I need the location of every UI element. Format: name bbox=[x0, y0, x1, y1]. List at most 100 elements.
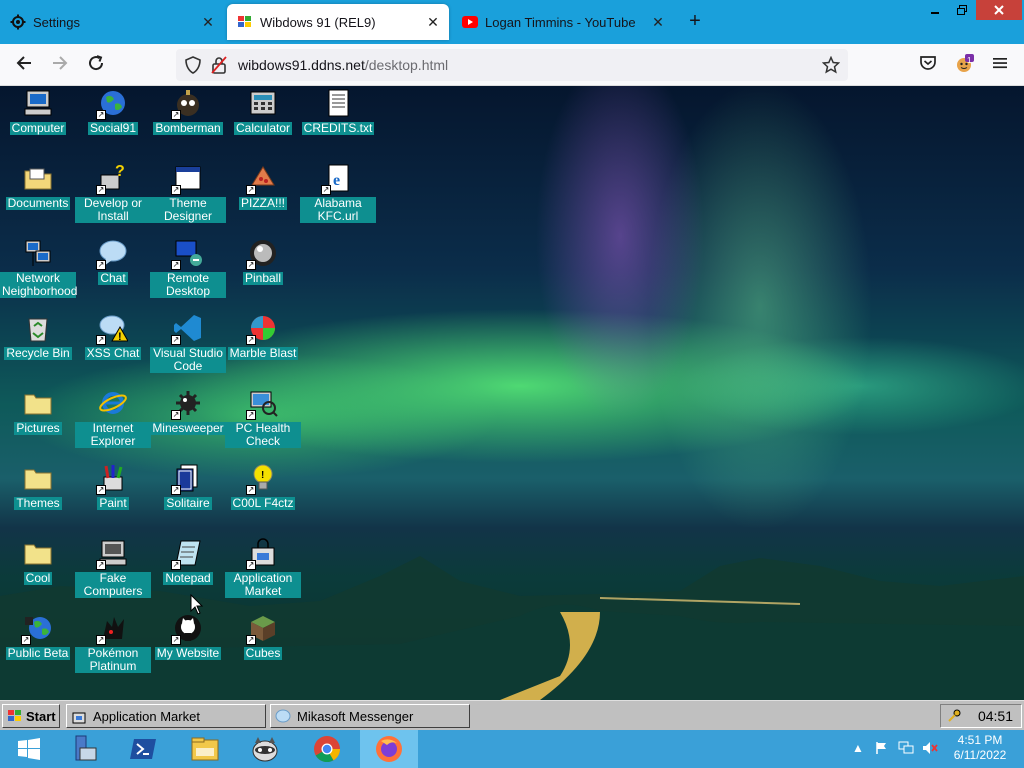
reload-icon bbox=[89, 55, 104, 71]
insecure-lock-icon[interactable] bbox=[210, 56, 228, 74]
lightbulb-icon: ! ↗ bbox=[246, 461, 280, 495]
gear-icon bbox=[10, 14, 26, 30]
minimize-button[interactable] bbox=[922, 0, 948, 20]
desktop-icon-recycle-bin[interactable]: Recycle Bin bbox=[0, 311, 76, 381]
icon-label: PIZZA!!! bbox=[238, 196, 287, 210]
globe-icon: ↗ bbox=[96, 86, 130, 120]
shortcut-arrow-icon: ↗ bbox=[171, 560, 181, 570]
shortcut-arrow-icon: ↗ bbox=[96, 260, 106, 270]
icon-label: Internet Explorer bbox=[75, 422, 151, 448]
system-date: 6/11/2022 bbox=[953, 748, 1007, 762]
desktop-icon-credits[interactable]: CREDITS.txt bbox=[300, 86, 376, 156]
desktop-icon-application-market[interactable]: ↗ Application Market bbox=[225, 536, 301, 606]
start-button[interactable]: Start bbox=[2, 704, 60, 728]
desktop-icon-fake-computers[interactable]: ↗ Fake Computers bbox=[75, 536, 151, 606]
icon-label: Remote Desktop bbox=[150, 272, 226, 298]
icon-label: Pictures bbox=[14, 421, 62, 435]
close-window-button[interactable] bbox=[976, 0, 1022, 20]
wibdows-icon bbox=[237, 14, 253, 30]
desktop-icon-computer[interactable]: Computer bbox=[0, 86, 76, 156]
desktop-icon-pokemon-platinum[interactable]: ↗ Pokémon Platinum bbox=[75, 611, 151, 681]
desktop-icon-pinball[interactable]: ↗ Pinball bbox=[225, 236, 301, 306]
desktop-icon-calculator[interactable]: Calculator bbox=[225, 86, 301, 156]
desktop-icon-develop-install[interactable]: ? ↗ Develop or Install bbox=[75, 161, 151, 231]
desktop-icon-marble-blast[interactable]: ↗ Marble Blast bbox=[225, 311, 301, 381]
desktop-icon-my-website[interactable]: ↗ My Website bbox=[150, 611, 226, 681]
raccoon-app-button[interactable] bbox=[236, 730, 294, 768]
taskbar-window-label: Mikasoft Messenger bbox=[297, 708, 414, 724]
playing-cards-icon: ↗ bbox=[171, 461, 205, 495]
url-path: /desktop.html bbox=[364, 57, 449, 73]
new-tab-button[interactable]: + bbox=[684, 10, 706, 32]
volume-muted-icon[interactable] bbox=[922, 741, 938, 757]
desktop-icon-solitaire[interactable]: ↗ Solitaire bbox=[150, 461, 226, 531]
action-center-flag-icon[interactable] bbox=[874, 741, 890, 757]
restore-button[interactable] bbox=[949, 0, 975, 20]
tab-wibdows[interactable]: Wibdows 91 (REL9) ✕ bbox=[227, 4, 449, 40]
desktop-icon-chat[interactable]: ↗ Chat bbox=[75, 236, 151, 306]
network-status-icon[interactable] bbox=[898, 741, 914, 757]
taskbar-window-application-market[interactable]: Application Market bbox=[66, 704, 266, 728]
computer-icon bbox=[21, 86, 55, 120]
back-button[interactable] bbox=[12, 54, 36, 76]
shield-icon[interactable] bbox=[184, 56, 202, 74]
server-manager-button[interactable] bbox=[54, 730, 112, 768]
desktop-icon-cool-facts[interactable]: ! ↗ C00L F4ctz bbox=[225, 461, 301, 531]
shortcut-arrow-icon: ↗ bbox=[171, 110, 181, 120]
desktop-icon-remote-desktop[interactable]: ↗ Remote Desktop bbox=[150, 236, 226, 306]
desktop-icon-documents[interactable]: Documents bbox=[0, 161, 76, 231]
pocket-button[interactable] bbox=[916, 54, 940, 76]
tab-settings[interactable]: Settings ✕ bbox=[0, 4, 224, 40]
close-tab-icon[interactable]: ✕ bbox=[650, 14, 666, 30]
system-clock[interactable]: 4:51 PM 6/11/2022 bbox=[944, 733, 1016, 763]
os-start-button[interactable] bbox=[0, 730, 58, 768]
desktop-icon-public-beta[interactable]: ↗ Public Beta bbox=[0, 611, 76, 681]
desktop-icon-notepad[interactable]: ↗ Notepad bbox=[150, 536, 226, 606]
browser-nav-bar: wibdows91.ddns.net/desktop.html 1 bbox=[0, 44, 1024, 86]
reload-button[interactable] bbox=[84, 54, 108, 76]
desktop-icon-internet-explorer[interactable]: Internet Explorer bbox=[75, 386, 151, 456]
bookmark-star-icon[interactable] bbox=[822, 56, 840, 74]
desktop-icon-cubes[interactable]: ↗ Cubes bbox=[225, 611, 301, 681]
desktop-icon-social91[interactable]: ↗ Social91 bbox=[75, 86, 151, 156]
desktop-icon-paint[interactable]: ↗ Paint bbox=[75, 461, 151, 531]
shortcut-arrow-icon: ↗ bbox=[171, 410, 181, 420]
key-icon bbox=[948, 709, 961, 722]
extensions-button[interactable]: 1 bbox=[952, 54, 976, 76]
close-tab-icon[interactable]: ✕ bbox=[200, 14, 216, 30]
address-bar[interactable]: wibdows91.ddns.net/desktop.html bbox=[176, 49, 848, 81]
wibdows-clock-time: 04:51 bbox=[977, 708, 1013, 724]
pizza-box-icon: ↗ bbox=[246, 161, 280, 195]
desktop-icon-pizza[interactable]: ↗ PIZZA!!! bbox=[225, 161, 301, 231]
firefox-button[interactable] bbox=[360, 730, 418, 768]
desktop-icon-cool[interactable]: Cool bbox=[0, 536, 76, 606]
file-explorer-button[interactable] bbox=[176, 730, 234, 768]
icon-label: Fake Computers bbox=[75, 572, 151, 598]
close-tab-icon[interactable]: ✕ bbox=[425, 14, 441, 30]
desktop-icon-alabama-kfc[interactable]: e ↗ Alabama KFC.url bbox=[300, 161, 376, 231]
desktop-icon-vscode[interactable]: ↗ Visual Studio Code bbox=[150, 311, 226, 381]
tab-youtube[interactable]: Logan Timmins - YouTube ✕ bbox=[452, 4, 674, 40]
chrome-button[interactable] bbox=[298, 730, 356, 768]
desktop-icon-minesweeper[interactable]: ↗ Minesweeper bbox=[150, 386, 226, 456]
icon-label: Documents bbox=[5, 196, 71, 210]
powershell-button[interactable] bbox=[114, 730, 172, 768]
wibdows-clock[interactable]: 04:51 bbox=[940, 704, 1022, 728]
wibdows-desktop[interactable]: Computer ↗ Social91 ↗ Bomberman Calculat… bbox=[0, 86, 1024, 700]
shortcut-arrow-icon: ↗ bbox=[96, 335, 106, 345]
desktop-icon-themes[interactable]: Themes bbox=[0, 461, 76, 531]
desktop-icon-pictures[interactable]: Pictures bbox=[0, 386, 76, 456]
desktop-icon-theme-designer[interactable]: ↗ Theme Designer bbox=[150, 161, 226, 231]
icon-label: Bomberman bbox=[153, 121, 223, 135]
desktop-icon-xss-chat[interactable]: ! ↗ XSS Chat bbox=[75, 311, 151, 381]
taskbar-window-mikasoft-messenger[interactable]: Mikasoft Messenger bbox=[270, 704, 470, 728]
menu-button[interactable] bbox=[988, 54, 1012, 76]
vscode-icon: ↗ bbox=[171, 311, 205, 345]
icon-label: Theme Designer bbox=[150, 197, 226, 223]
desktop-icon-network-neighborhood[interactable]: Network Neighborhood bbox=[0, 236, 77, 306]
tray-expand-icon[interactable]: ▲ bbox=[850, 741, 866, 757]
desktop-icon-bomberman[interactable]: ↗ Bomberman bbox=[150, 86, 226, 156]
shopping-bag-icon: ↗ bbox=[246, 536, 280, 570]
forward-button[interactable] bbox=[48, 54, 72, 76]
desktop-icon-pc-health-check[interactable]: ↗ PC Health Check bbox=[225, 386, 301, 456]
